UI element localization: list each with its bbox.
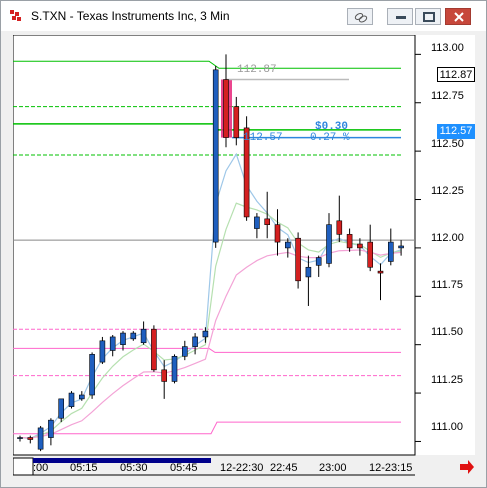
chart-window: S.TXN - Texas Instruments Inc, 3 Min 113… [0,0,487,488]
down-candle-body [223,79,229,138]
up-candle-body [305,266,312,278]
scroll-right-arrow-icon[interactable] [460,460,474,474]
up-candle-body [48,419,54,438]
up-candle-body [171,355,178,382]
restore-icon [423,12,435,22]
time-label-7: 12-23:15 [369,462,413,474]
up-candle-body [89,354,95,396]
top-price-annotation: 112.87 [237,64,277,76]
time-label-5: 22:45 [270,462,298,474]
down-candle-body [161,369,167,382]
close-icon [454,12,464,22]
time-label-0: :00 [33,462,49,474]
link-icon [354,13,368,23]
up-candle-body [109,336,116,351]
down-candle-body [336,220,343,235]
last-price-box: 112.87 [437,67,475,82]
link-button[interactable] [347,8,373,25]
up-candle-body [37,427,44,450]
up-candle-body [387,241,394,262]
price-label-112.25: 112.25 [431,185,464,197]
price-label-111.75: 111.75 [431,279,464,291]
time-axis-corner-box[interactable] [13,457,34,476]
up-candle-body [192,336,198,347]
time-label-6: 23:00 [319,462,347,474]
up-candle-body [99,340,106,363]
restore-button[interactable] [415,8,441,25]
up-candle-body [79,394,85,400]
up-candle-body [68,392,75,407]
price-label-111.00: 111.00 [431,421,464,433]
down-candle-body [233,106,240,138]
time-label-1: 05:15 [70,462,98,474]
up-candle-body [254,216,260,229]
title-bar[interactable]: S.TXN - Texas Instruments Inc, 3 Min [1,1,486,31]
minimize-button[interactable] [387,8,413,25]
price-chart[interactable] [13,35,475,477]
gain-pct-annotation: 0.27 % [310,132,350,144]
up-candle-body [17,437,23,439]
entry-price-annotation: 112.57 [243,132,283,144]
price-label-111.25: 111.25 [431,374,464,386]
down-candle-body [295,237,301,282]
minimize-icon [396,16,406,19]
time-label-2: 05:30 [120,462,148,474]
price-label-111.50: 111.50 [431,326,464,338]
up-candle-body [284,241,291,249]
current-price-box: 112.57 [437,124,475,139]
up-candle-body [398,245,404,249]
price-label-112.50: 112.50 [431,138,464,150]
up-candle-body [120,332,126,345]
chart-area[interactable]: 113.00 112.75 112.50 112.25 112.00 111.7… [13,35,475,477]
app-icon [10,10,21,21]
up-candle-body [130,332,137,340]
time-label-3: 05:45 [170,462,198,474]
down-candle-body [274,224,281,243]
up-candle-body [202,330,209,338]
up-candle-body [182,346,188,357]
time-label-4: 12-22:30 [220,462,264,474]
up-candle-body [140,328,147,344]
up-candle-body [58,398,65,419]
price-label-113.00: 113.00 [431,42,464,54]
down-candle-body [357,243,363,249]
window-title: S.TXN - Texas Instruments Inc, 3 Min [31,9,230,23]
close-button[interactable] [445,8,471,25]
up-candle-body [212,69,219,243]
price-label-112.00: 112.00 [431,232,464,244]
down-candle-body [346,234,353,249]
price-label-112.75: 112.75 [431,90,464,102]
down-candle-body [27,437,34,440]
down-candle-body [377,270,384,274]
down-candle-body [151,328,157,371]
up-candle-body [315,257,322,266]
down-candle-body [264,218,270,225]
down-candle-body [367,241,374,268]
up-candle-body [326,224,332,264]
